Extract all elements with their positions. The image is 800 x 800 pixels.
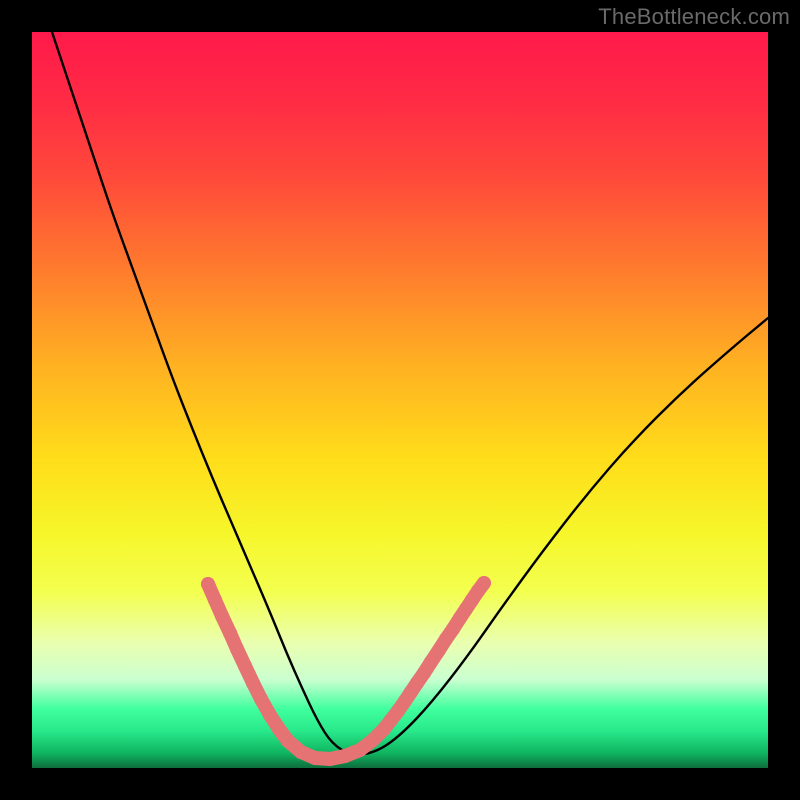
bottleneck-curve — [52, 32, 768, 755]
curve-marker — [477, 576, 491, 590]
watermark-text: TheBottleneck.com — [598, 4, 790, 30]
chart-frame: TheBottleneck.com — [0, 0, 800, 800]
plot-area — [32, 32, 768, 768]
curve-markers — [201, 576, 491, 766]
curve-layer — [32, 32, 768, 768]
